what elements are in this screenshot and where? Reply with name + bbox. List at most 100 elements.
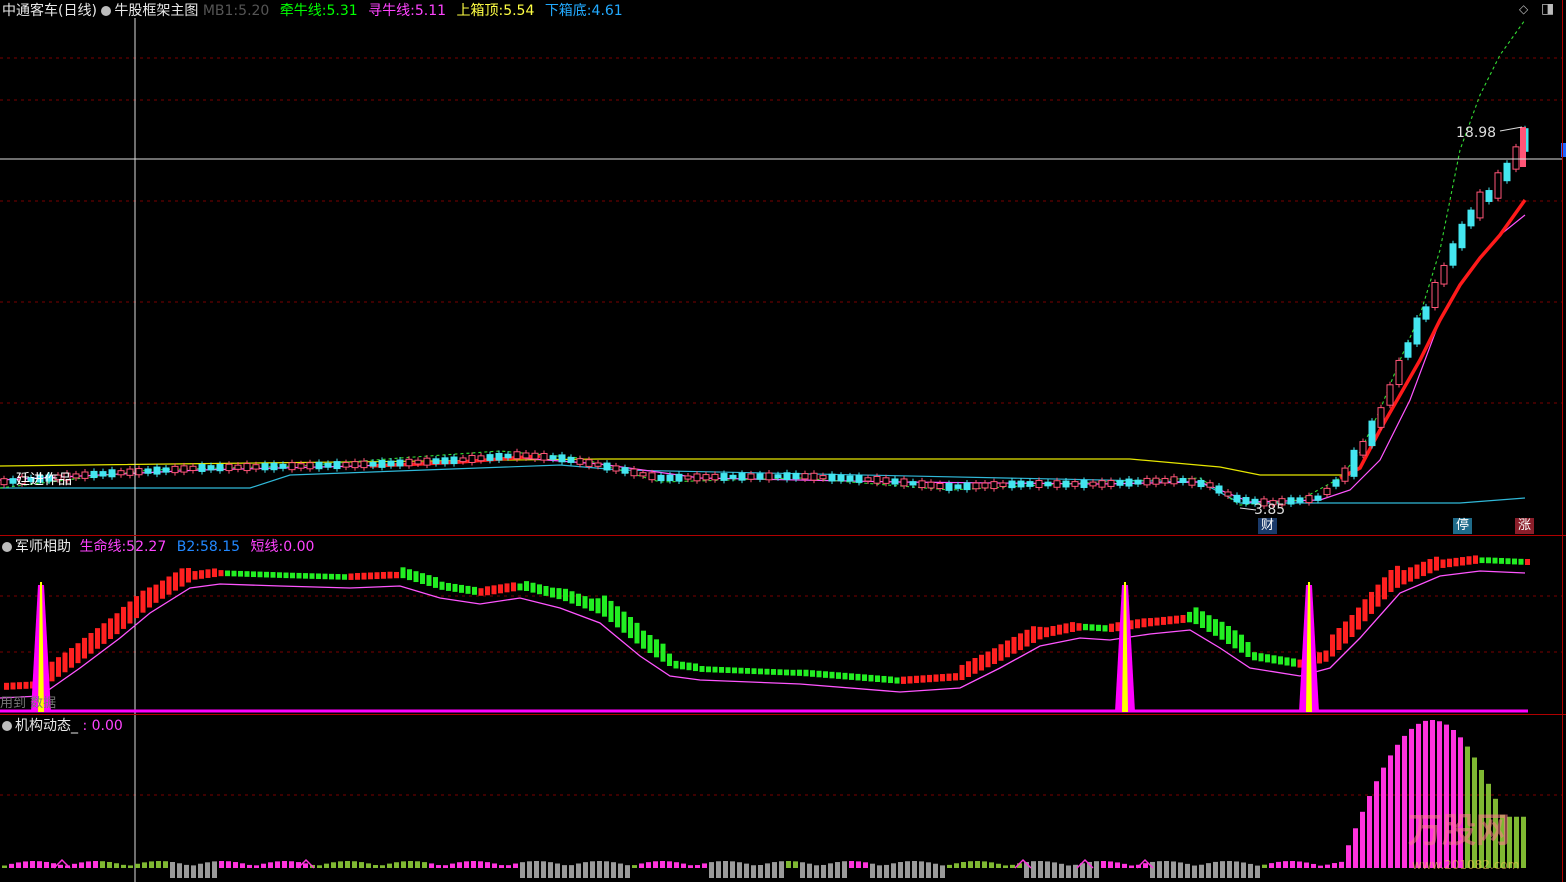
bottom-bar [947, 864, 952, 868]
bottom-bar [359, 862, 364, 868]
bottom-bar [1157, 861, 1162, 868]
bottom-neg-bar [611, 868, 616, 878]
candle-body [891, 478, 899, 485]
right-axis-divider [1562, 0, 1563, 882]
mid-bar [1492, 557, 1498, 564]
candle-body [756, 473, 764, 480]
candle-body [936, 483, 944, 489]
bottom-bar [1241, 862, 1246, 868]
candle-body [90, 470, 98, 479]
mid-settings-circle-icon[interactable] [2, 542, 12, 552]
bottom-bar [1178, 862, 1183, 868]
bottom-neg-bar [1234, 868, 1239, 878]
bottom-neg-bar [541, 868, 546, 878]
bottom-indicator-name[interactable]: 机构动态_ [15, 718, 78, 734]
mid-bar [147, 587, 152, 608]
bottom-bar [639, 863, 644, 868]
candle-body [549, 455, 557, 460]
bottom-bar [716, 861, 721, 868]
window-toggle-icon[interactable]: ◨ [1541, 1, 1554, 17]
xunniu-value: 5.11 [414, 3, 447, 19]
bottom-neg-bar [170, 868, 175, 878]
mid-bar [309, 573, 315, 579]
candle-body [540, 452, 548, 461]
stock-name[interactable]: 中通客车(日线) [2, 3, 97, 19]
candle-body [0, 478, 8, 486]
bottom-neg-bar [1206, 868, 1211, 878]
bottom-bar [373, 865, 378, 868]
bottom-neg-bar [191, 868, 196, 878]
halt-tag[interactable]: 停 [1453, 518, 1473, 534]
bottom-bar [226, 861, 231, 868]
mid-bar [595, 598, 601, 614]
bottom-bar [919, 861, 924, 868]
mid-bar [1154, 617, 1160, 626]
mid-bar [1330, 634, 1335, 657]
bottom-bar [1367, 796, 1372, 868]
mid-bar [1375, 584, 1381, 607]
bottom-neg-bar [842, 868, 847, 878]
candle-body [1080, 480, 1088, 488]
mid-bar [1408, 567, 1413, 582]
candle-body [387, 460, 395, 467]
bottom-neg-bar [1150, 868, 1155, 878]
bottom-neg-bar [800, 868, 805, 878]
bottom-bar [191, 865, 196, 868]
mid-bar [1167, 616, 1173, 625]
mid-bar [1453, 557, 1459, 567]
mid-bar [985, 651, 991, 668]
mid-bar [303, 573, 308, 579]
mid-bar [1434, 556, 1439, 571]
candle-body [504, 453, 512, 459]
candle-body [1035, 480, 1043, 488]
candle-body [396, 459, 404, 467]
mid-bar [1018, 633, 1023, 651]
mid-bar [582, 596, 588, 609]
bottom-neg-bar [737, 868, 742, 878]
mid-bar [777, 669, 783, 676]
candle-body [243, 463, 251, 472]
mid-bar [641, 630, 646, 649]
mid-bar [1005, 640, 1010, 658]
bottom-bar [1115, 862, 1120, 868]
bottom-bar [1262, 864, 1267, 868]
box-bottom-value: 4.61 [591, 3, 623, 19]
main-indicator-name[interactable]: 牛股框架主图 [114, 3, 198, 19]
finance-tag[interactable]: 财 [1258, 518, 1278, 534]
bottom-bar [37, 861, 42, 868]
bottom-bar [485, 862, 490, 868]
bottom-neg-bar [1192, 868, 1197, 878]
mid-bar [257, 571, 263, 578]
bottom-bar [58, 864, 63, 868]
candle-body [279, 463, 287, 469]
candle-body [1152, 477, 1160, 485]
limit-up-tag[interactable]: 涨 [1515, 518, 1535, 534]
bottom-neg-bar [1157, 868, 1162, 878]
bottom-bar [1297, 861, 1302, 868]
bottom-bar [849, 861, 854, 868]
bottom-bar [1339, 861, 1344, 868]
bottom-bar [898, 862, 903, 868]
short-line-value: 0.00 [283, 539, 315, 555]
bottom-settings-circle-icon[interactable] [2, 721, 12, 731]
candle-body [234, 464, 242, 470]
candle-body [315, 461, 323, 470]
mid-bar [1427, 559, 1433, 574]
bottom-bar [2, 865, 7, 868]
main-price-chart[interactable] [0, 0, 1566, 882]
bottom-bar [1332, 863, 1337, 868]
diamond-icon[interactable]: ◇ [1519, 2, 1528, 16]
mid-indicator-name[interactable]: 军师相助 [15, 539, 71, 555]
mid-bar [1102, 625, 1108, 632]
bottom-bar [653, 861, 658, 868]
mid-bar [972, 658, 978, 674]
mid-bar [244, 571, 250, 577]
mid-bar [953, 673, 958, 681]
bottom-bar [870, 863, 875, 868]
bottom-bar [1059, 863, 1064, 868]
candle-body [1449, 243, 1457, 266]
candle-body [864, 477, 872, 482]
candle-body [441, 457, 449, 465]
settings-circle-icon[interactable] [101, 6, 112, 16]
bottom-bar [954, 863, 959, 868]
